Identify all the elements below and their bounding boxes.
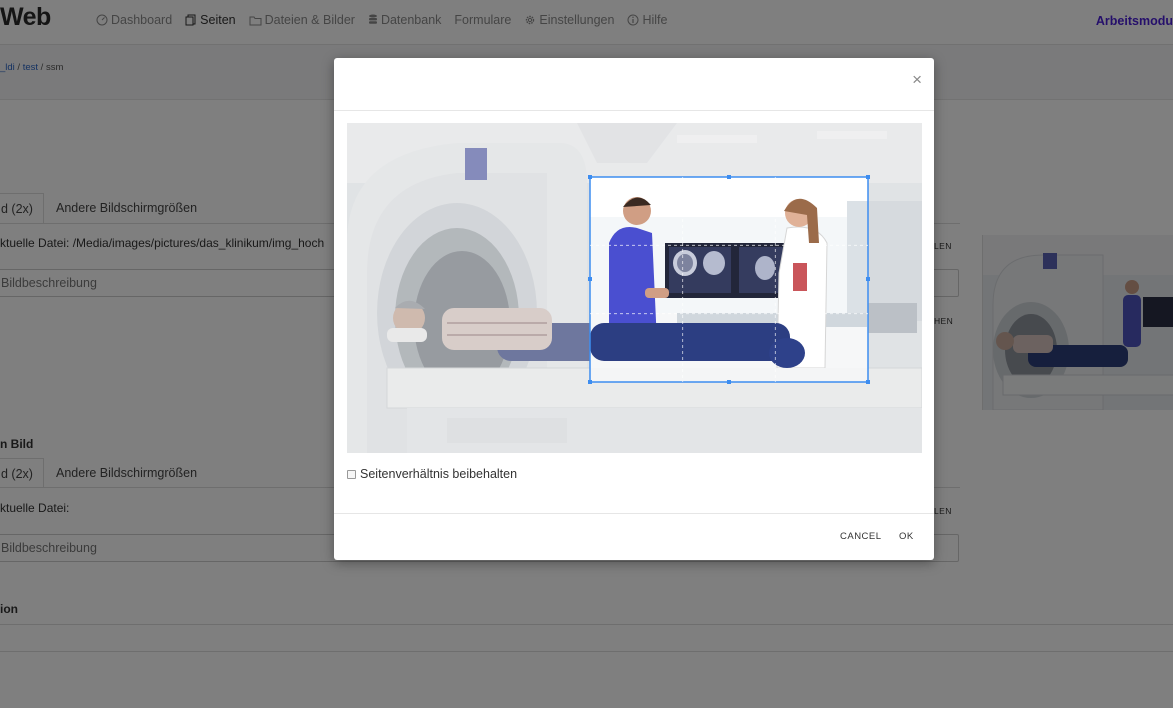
keep-ratio-label: Seitenverhältnis beibehalten <box>360 467 518 481</box>
close-icon[interactable]: × <box>912 70 922 90</box>
modal-footer-divider <box>334 513 934 514</box>
cancel-button[interactable]: CANCEL <box>840 531 882 542</box>
ok-button[interactable]: OK <box>899 531 914 542</box>
mri-photo-image <box>347 123 923 453</box>
keep-ratio-checkbox[interactable] <box>347 469 356 479</box>
image-crop-dialog: × Seitenverhältnis beibehalten CANCEL OK <box>334 58 934 560</box>
image-cropper[interactable] <box>347 123 923 453</box>
keep-ratio-option[interactable]: Seitenverhältnis beibehalten <box>347 467 517 481</box>
modal-header-divider <box>334 110 934 111</box>
